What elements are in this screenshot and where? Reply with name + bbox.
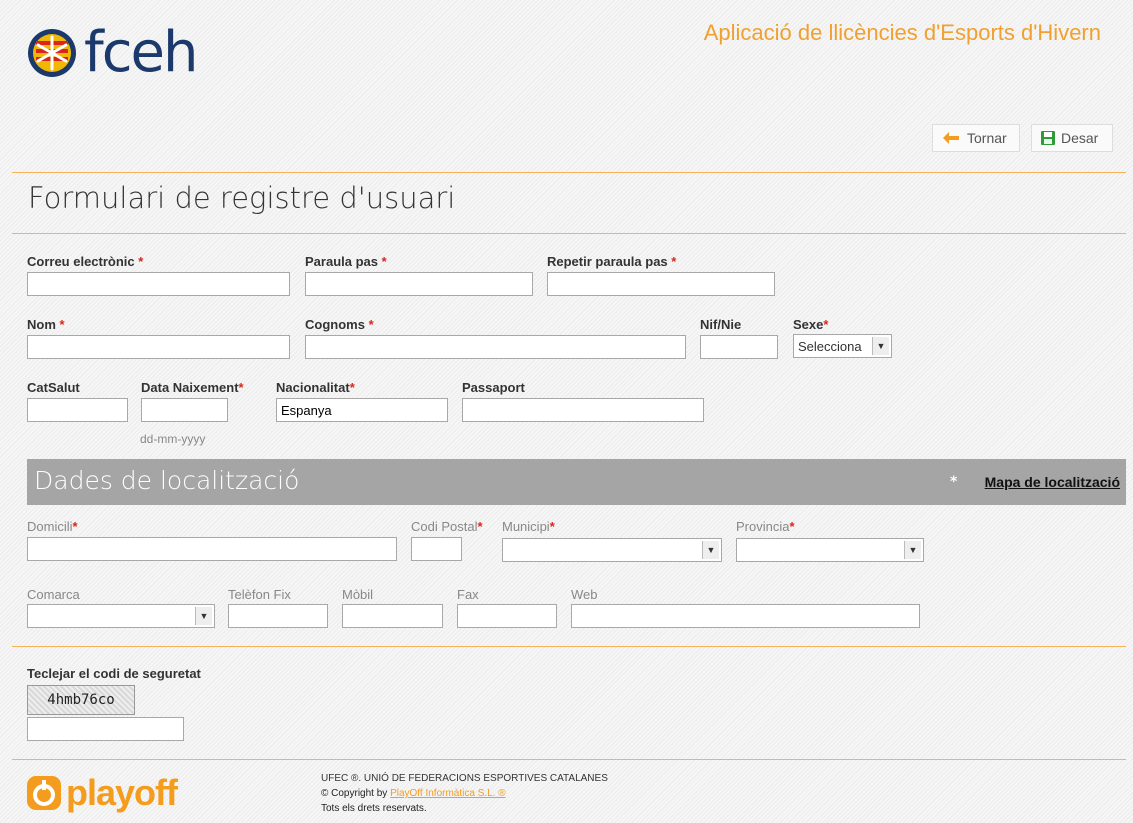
fax-label: Fax [457, 587, 479, 602]
security-code-field[interactable] [27, 717, 184, 741]
repeat-password-field[interactable] [547, 272, 775, 296]
province-label: Provincia* [736, 519, 795, 534]
logo-text: fceh [84, 20, 198, 85]
copyright-line: © Copyright by PlayOff Informàtica S.L. … [321, 788, 506, 799]
required-mark: * [238, 380, 244, 395]
chevron-down-icon: ▼ [195, 607, 212, 625]
required-mark: * [477, 519, 483, 534]
required-mark: * [72, 519, 78, 534]
required-mark: * [381, 254, 387, 269]
save-button-label: Desar [1061, 130, 1099, 146]
web-field[interactable] [571, 604, 920, 628]
app-title: Aplicació de llicències d'Esports d'Hive… [703, 20, 1101, 45]
name-label: Nom * [27, 317, 65, 332]
sex-select[interactable]: Selecciona ▼ [793, 334, 892, 358]
surname-field[interactable] [305, 335, 686, 359]
email-field[interactable] [27, 272, 290, 296]
birth-date-field[interactable] [141, 398, 228, 422]
fax-field[interactable] [457, 604, 557, 628]
form-title: Formulari de registre d'usuari [28, 181, 456, 215]
password-field[interactable] [305, 272, 533, 296]
chevron-down-icon: ▼ [904, 541, 921, 559]
map-link-star: * [950, 474, 958, 490]
birth-date-hint: dd-mm-yyyy [140, 432, 206, 446]
comarca-select[interactable]: ▼ [27, 604, 215, 628]
save-button[interactable]: Desar [1031, 124, 1113, 152]
required-mark: * [138, 254, 144, 269]
postal-code-label: Codi Postal* [411, 519, 483, 534]
divider-title [12, 233, 1126, 234]
playoff-link[interactable]: PlayOff Informàtica S.L. ® [390, 788, 506, 799]
fceh-logo: fceh [26, 18, 198, 88]
captcha-image: 4hmb76co [27, 685, 135, 715]
birth-date-label: Data Naixement* [141, 380, 244, 395]
divider-top [12, 172, 1126, 173]
captcha-text: 4hmb76co [47, 692, 115, 708]
playoff-logo: playoff [26, 772, 178, 814]
chevron-down-icon: ▼ [702, 541, 719, 559]
name-field[interactable] [27, 335, 290, 359]
location-map-link[interactable]: Mapa de localització [985, 474, 1120, 490]
sex-select-value: Selecciona [798, 338, 862, 354]
floppy-disk-icon [1041, 131, 1055, 145]
repeat-password-label: Repetir paraula pas * [547, 254, 677, 269]
catsalut-label: CatSalut [27, 380, 80, 395]
divider-security [12, 646, 1126, 647]
address-field[interactable] [27, 537, 397, 561]
required-mark: * [349, 380, 355, 395]
phone-field[interactable] [228, 604, 328, 628]
postal-code-field[interactable] [411, 537, 462, 561]
back-button[interactable]: Tornar [932, 124, 1020, 152]
playoff-brand: playoff [66, 772, 178, 813]
required-mark: * [823, 317, 829, 332]
security-code-label: Teclejar el codi de seguretat [27, 666, 201, 681]
divider-footer [12, 759, 1126, 760]
sex-label: Sexe* [793, 317, 829, 332]
mobile-label: Mòbil [342, 587, 374, 602]
arrow-left-icon [943, 132, 959, 144]
required-mark: * [549, 519, 555, 534]
required-mark: * [789, 519, 795, 534]
surname-label: Cognoms * [305, 317, 374, 332]
comarca-label: Comarca [27, 587, 80, 602]
nationality-field[interactable] [276, 398, 448, 422]
required-mark: * [671, 254, 677, 269]
nif-field[interactable] [700, 335, 778, 359]
required-mark: * [368, 317, 374, 332]
address-label: Domicili* [27, 519, 78, 534]
password-label: Paraula pas * [305, 254, 387, 269]
rights-text: Tots els drets reservats. [321, 803, 427, 814]
ufec-link[interactable]: UFEC ®. UNIÓ DE FEDERACIONS ESPORTIVES C… [321, 773, 608, 784]
passport-label: Passaport [462, 380, 525, 395]
web-label: Web [571, 587, 598, 602]
required-mark: * [59, 317, 65, 332]
province-select[interactable]: ▼ [736, 538, 924, 562]
back-button-label: Tornar [967, 130, 1007, 146]
mobile-field[interactable] [342, 604, 443, 628]
catsalut-field[interactable] [27, 398, 128, 422]
snowflake-emblem-icon [28, 29, 76, 77]
phone-label: Telèfon Fix [228, 587, 291, 602]
municipality-label: Municipi* [502, 519, 555, 534]
email-label: Correu electrònic * [27, 254, 144, 269]
chevron-down-icon: ▼ [872, 337, 889, 355]
municipality-select[interactable]: ▼ [502, 538, 722, 562]
passport-field[interactable] [462, 398, 704, 422]
location-section-title: Dades de localització [34, 466, 300, 495]
nationality-label: Nacionalitat* [276, 380, 355, 395]
nif-label: Nif/Nie [700, 317, 742, 332]
playoff-icon [27, 776, 61, 810]
